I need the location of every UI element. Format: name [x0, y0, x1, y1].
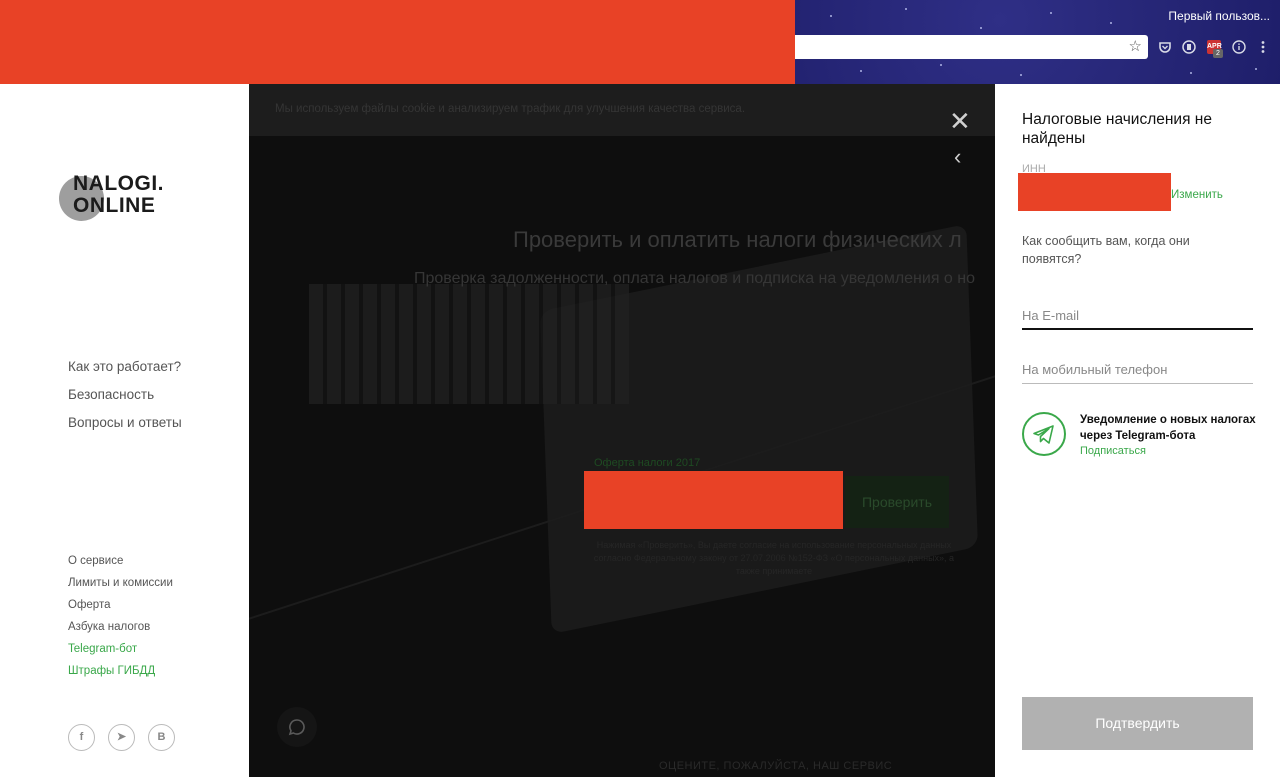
logo-line-1: NALOGI. [73, 172, 164, 195]
extension-badge: 2 [1213, 49, 1223, 58]
footer-link-offer[interactable]: Оферта [68, 599, 110, 611]
extension-icon[interactable] [1180, 38, 1198, 56]
menu-dots-icon[interactable] [1254, 38, 1272, 56]
rate-service-link[interactable]: ОЦЕНИТЕ, ПОЖАЛУЙСТА, НАШ СЕРВИС [659, 760, 892, 772]
hero-title: Проверить и оплатить налоги физических л [513, 227, 962, 252]
sidebar: NALOGI. ONLINE Как это работает? Безопас… [0, 84, 249, 777]
telegram-icon[interactable]: ➤ [108, 724, 135, 751]
redacted-inn-input[interactable] [584, 471, 843, 529]
panel-title: Налоговые начисления не найдены [1022, 111, 1212, 147]
address-bar[interactable]: ☆ [795, 35, 1148, 59]
browser-toolbar: Первый пользов... ☆ APR 2 [0, 0, 1280, 84]
redacted-area [0, 0, 795, 84]
nav-how-it-works[interactable]: Как это работает? [68, 359, 181, 374]
check-button[interactable]: Проверить [845, 476, 949, 528]
telegram-icon[interactable] [1022, 412, 1066, 456]
cookie-text: Мы используем файлы cookie и анализируем… [275, 103, 746, 115]
close-icon[interactable]: ✕ [949, 108, 971, 134]
profile-name[interactable]: Первый пользов... [1168, 9, 1270, 23]
bookmark-star-icon[interactable]: ☆ [1129, 38, 1142, 56]
hero-subtitle: Проверка задолженности, оплата налогов и… [414, 270, 976, 287]
consent-disclaimer: Нажимая «Проверить», Вы даете согласие н… [593, 540, 955, 576]
phone-field[interactable] [1022, 356, 1253, 384]
confirm-button[interactable]: Подтвердить [1022, 697, 1253, 750]
logo-line-2: ONLINE [73, 194, 156, 217]
change-inn-link[interactable]: Изменить [1171, 189, 1223, 201]
nalogi-logo[interactable]: NALOGI. ONLINE [59, 171, 179, 231]
footer-link-telegram-bot[interactable]: Telegram-бот [68, 643, 137, 655]
email-field[interactable] [1022, 302, 1253, 330]
back-arrow-icon[interactable]: ‹ [954, 144, 961, 170]
vk-icon[interactable]: B [148, 724, 175, 751]
chat-bubble-icon[interactable] [277, 707, 317, 747]
telegram-notify-title: Уведомление о новых налогах через Telegr… [1080, 414, 1256, 442]
dimmed-background: Мы используем файлы cookie и анализируем… [249, 84, 995, 777]
footer-link-tax-abc[interactable]: Азбука налогов [68, 621, 150, 633]
facebook-icon[interactable]: f [68, 724, 95, 751]
laptop-keyboard-photo [309, 284, 629, 404]
cookie-banner: Мы используем файлы cookie и анализируем… [249, 84, 995, 136]
info-icon[interactable] [1230, 38, 1248, 56]
pocket-icon[interactable] [1156, 38, 1174, 56]
telegram-subscribe-link[interactable]: Подписаться [1080, 445, 1146, 457]
redacted-inn-value [1018, 173, 1171, 211]
footer-link-traffic-fines[interactable]: Штрафы ГИБДД [68, 665, 155, 677]
logo-text: NALOGI. ONLINE [73, 173, 164, 217]
nav-security[interactable]: Безопасность [68, 387, 154, 402]
subscription-panel: Налоговые начисления не найдены ИНН Изме… [995, 84, 1280, 777]
footer-link-about[interactable]: О сервисе [68, 555, 123, 567]
oferta-link[interactable]: Оферта налоги 2017 [594, 457, 700, 469]
notify-question: Как сообщить вам, когда они появятся? [1022, 234, 1190, 266]
nav-faq[interactable]: Вопросы и ответы [68, 415, 182, 430]
footer-link-limits[interactable]: Лимиты и комиссии [68, 577, 173, 589]
